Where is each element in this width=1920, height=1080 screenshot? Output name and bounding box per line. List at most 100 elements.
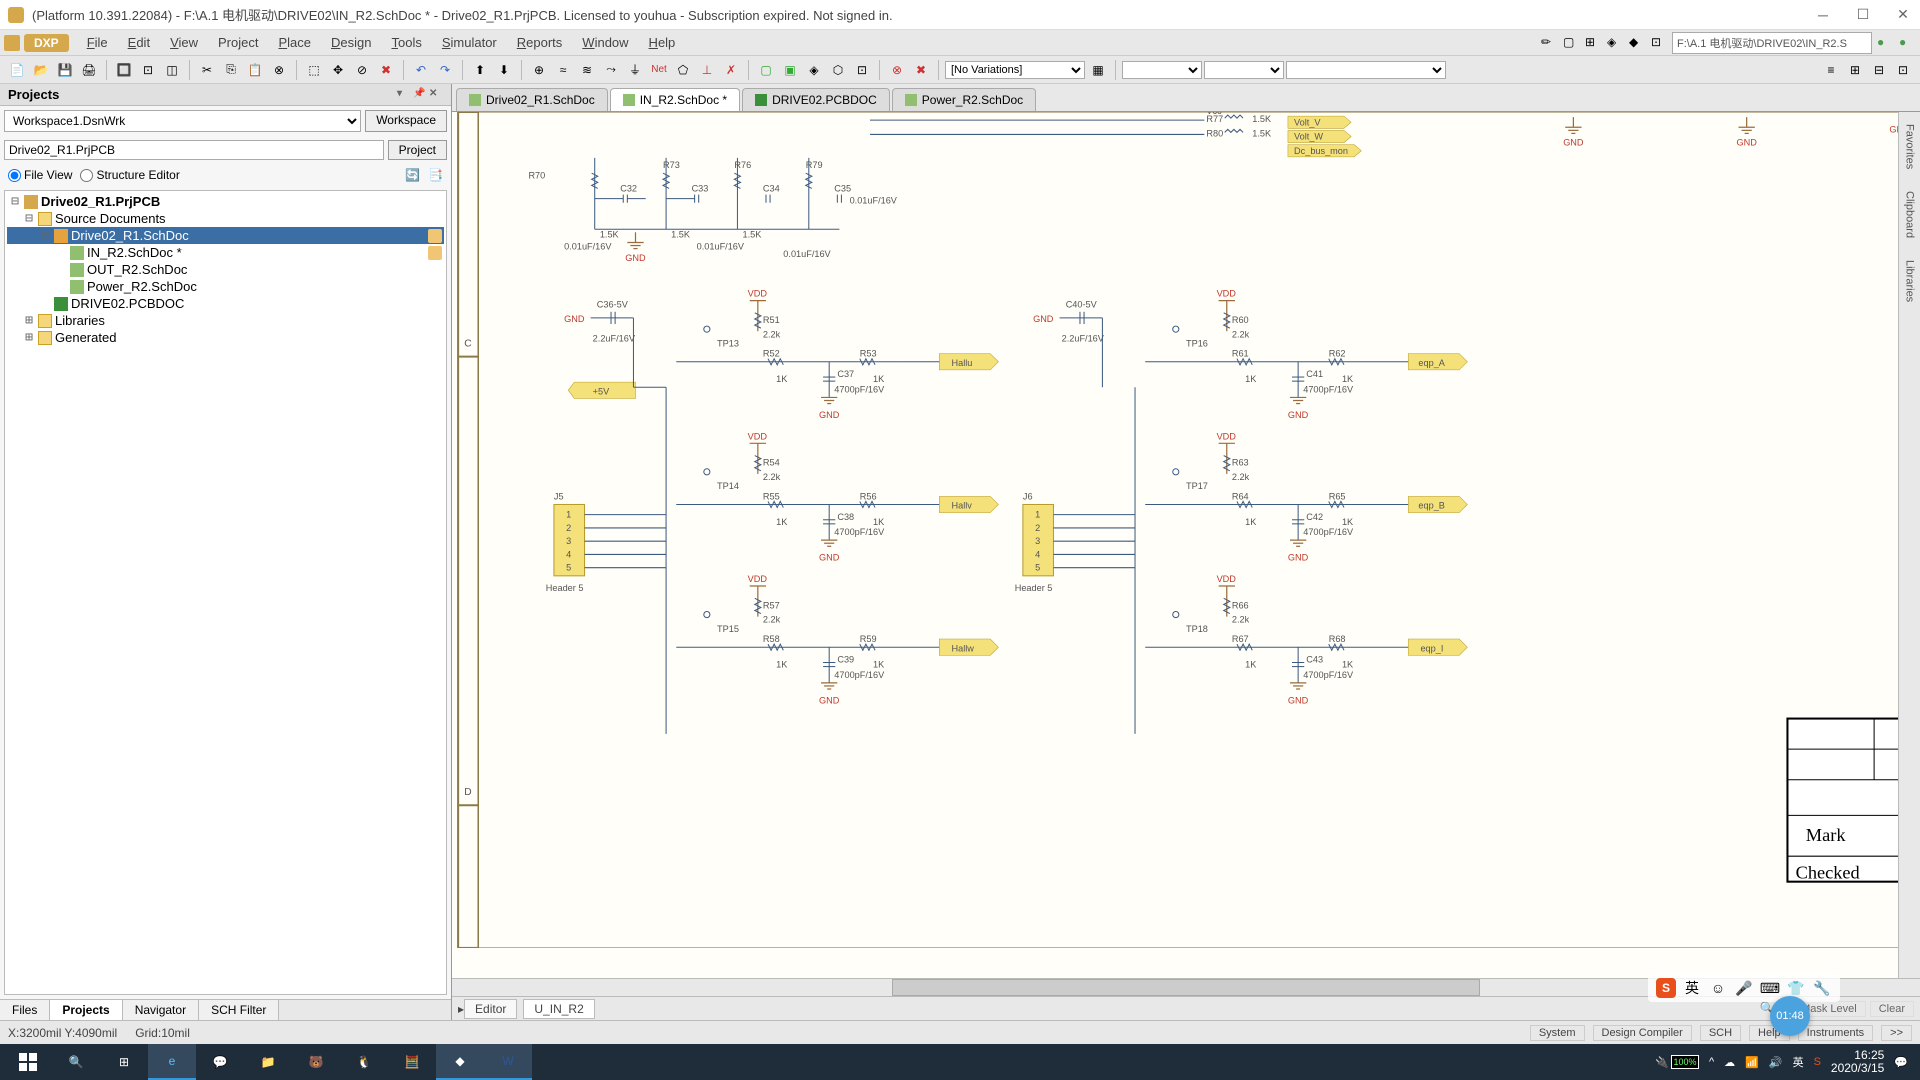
- undo-icon[interactable]: ↶: [410, 59, 432, 81]
- panel-pin-icon[interactable]: 📌: [413, 88, 427, 102]
- struct-editor-radio[interactable]: Structure Editor: [80, 168, 179, 182]
- explorer-icon[interactable]: 📁: [244, 1044, 292, 1080]
- editor-tab[interactable]: Editor: [464, 999, 517, 1019]
- ime-keyboard-icon[interactable]: ⌨: [1760, 978, 1780, 998]
- wifi-icon[interactable]: 📶: [1745, 1056, 1759, 1069]
- workspace-button[interactable]: Workspace: [365, 110, 447, 132]
- sogou-tray-icon[interactable]: S: [1814, 1056, 1821, 1068]
- tree-item[interactable]: Power_R2.SchDoc: [7, 278, 444, 295]
- tool-icon[interactable]: ◆: [1628, 34, 1646, 52]
- tab-libraries[interactable]: Libraries: [1902, 254, 1918, 308]
- power-icon[interactable]: ⊥: [696, 59, 718, 81]
- tree-folder[interactable]: ⊟Source Documents: [7, 210, 444, 227]
- sogou-icon[interactable]: S: [1656, 978, 1676, 998]
- ime-floating-bar[interactable]: S 英 ☺ 🎤 ⌨ 👕 🔧: [1648, 974, 1840, 1002]
- hierarchy-up-icon[interactable]: ⬆: [469, 59, 491, 81]
- filter3[interactable]: [1286, 61, 1446, 79]
- menu-reports[interactable]: Reports: [507, 33, 573, 52]
- layout-icon[interactable]: ≡: [1820, 59, 1842, 81]
- maximize-button[interactable]: ☐: [1854, 6, 1872, 24]
- workspace-select[interactable]: Workspace1.DsnWrk: [4, 110, 361, 132]
- compile-icon[interactable]: ⊗: [886, 59, 908, 81]
- tree-item[interactable]: IN_R2.SchDoc *: [7, 244, 444, 261]
- refresh-icon[interactable]: 🔄: [405, 168, 420, 182]
- ime-skin-icon[interactable]: 👕: [1786, 978, 1806, 998]
- port-icon[interactable]: ⬠: [672, 59, 694, 81]
- select-icon[interactable]: ⬚: [303, 59, 325, 81]
- sb-instruments[interactable]: Instruments: [1798, 1025, 1873, 1041]
- panel-close-icon[interactable]: ✕: [429, 88, 443, 102]
- menu-place[interactable]: Place: [268, 33, 321, 52]
- delete-icon[interactable]: ✖: [910, 59, 932, 81]
- timer-badge[interactable]: 01:48: [1770, 996, 1810, 1036]
- tab-files[interactable]: Files: [0, 1000, 50, 1020]
- grid2-icon[interactable]: ⊟: [1868, 59, 1890, 81]
- tool-icon[interactable]: ⊞: [1584, 34, 1602, 52]
- path-box[interactable]: F:\A.1 电机驱动\DRIVE02\IN_R2.S: [1672, 32, 1872, 54]
- move-icon[interactable]: ✥: [327, 59, 349, 81]
- print-icon[interactable]: 🖨: [78, 59, 100, 81]
- gnd-icon[interactable]: ⏚: [624, 59, 646, 81]
- tab-favorites[interactable]: Favorites: [1902, 118, 1918, 175]
- calc-icon[interactable]: 🧮: [388, 1044, 436, 1080]
- zoom-fit-icon[interactable]: ⊡: [137, 59, 159, 81]
- ime-mic-icon[interactable]: 🎤: [1734, 978, 1754, 998]
- sheet-icon[interactable]: ▢: [755, 59, 777, 81]
- tool-icon[interactable]: ⊡: [1650, 34, 1668, 52]
- tree-folder[interactable]: ⊞Generated: [7, 329, 444, 346]
- tab-clipboard[interactable]: Clipboard: [1902, 185, 1918, 244]
- file-view-radio[interactable]: File View: [8, 168, 72, 182]
- menu-help[interactable]: Help: [639, 33, 686, 52]
- search-icon[interactable]: 🔍: [52, 1044, 100, 1080]
- variations-select[interactable]: [No Variations]: [945, 61, 1085, 79]
- project-input[interactable]: [4, 140, 384, 160]
- tool-icon[interactable]: ▢: [1562, 34, 1580, 52]
- menu-design[interactable]: Design: [321, 33, 381, 52]
- app-icon[interactable]: 🐻: [292, 1044, 340, 1080]
- dxp-menu[interactable]: DXP: [24, 34, 69, 52]
- tree-folder[interactable]: ⊞Libraries: [7, 312, 444, 329]
- tool-icon[interactable]: ◈: [1606, 34, 1624, 52]
- word-icon[interactable]: W: [484, 1044, 532, 1080]
- clear-button[interactable]: Clear: [1870, 1001, 1914, 1017]
- redo-icon[interactable]: ↷: [434, 59, 456, 81]
- tree-root[interactable]: ⊟Drive02_R1.PrjPCB: [7, 193, 444, 210]
- volume-icon[interactable]: 🔊: [1769, 1056, 1783, 1069]
- menu-edit[interactable]: Edit: [118, 33, 160, 52]
- tab-navigator[interactable]: Navigator: [123, 1000, 199, 1020]
- part-icon[interactable]: ⊡: [851, 59, 873, 81]
- doc-tab[interactable]: Drive02_R1.SchDoc: [456, 88, 608, 111]
- sb-sch[interactable]: SCH: [1700, 1025, 1741, 1041]
- ime-lang[interactable]: 英: [1682, 978, 1702, 998]
- app-icon[interactable]: 🐧: [340, 1044, 388, 1080]
- grid3-icon[interactable]: ⊡: [1892, 59, 1914, 81]
- close-button[interactable]: ✕: [1894, 6, 1912, 24]
- nc-icon[interactable]: ✗: [720, 59, 742, 81]
- sb-design-compiler[interactable]: Design Compiler: [1593, 1025, 1692, 1041]
- clock[interactable]: 16:25 2020/3/15: [1831, 1049, 1884, 1075]
- deselect-icon[interactable]: ⊘: [351, 59, 373, 81]
- nav-fwd-icon[interactable]: ●: [1898, 34, 1916, 52]
- schematic-canvas[interactable]: C D Volt_V Volt_W Dc_bus_mon R77 R80 1.5…: [452, 112, 1920, 978]
- project-tree[interactable]: ⊟Drive02_R1.PrjPCB ⊟Source Documents ⊟Dr…: [4, 190, 447, 995]
- device-icon[interactable]: ◈: [803, 59, 825, 81]
- menu-tools[interactable]: Tools: [381, 33, 431, 52]
- edge-icon[interactable]: e: [148, 1044, 196, 1080]
- tab-projects[interactable]: Projects: [50, 1000, 122, 1020]
- annotate-icon[interactable]: ▦: [1087, 59, 1109, 81]
- sheet-entry-icon[interactable]: ▣: [779, 59, 801, 81]
- sheet-tab[interactable]: U_IN_R2: [523, 999, 594, 1019]
- filter2[interactable]: [1204, 61, 1284, 79]
- ime-tool-icon[interactable]: 🔧: [1812, 978, 1832, 998]
- minimize-button[interactable]: ─: [1814, 6, 1832, 24]
- options-icon[interactable]: 📑: [428, 168, 443, 182]
- sb-system[interactable]: System: [1530, 1025, 1585, 1041]
- sb-more[interactable]: >>: [1881, 1025, 1912, 1041]
- battery-icon[interactable]: 🔌100%: [1655, 1055, 1699, 1069]
- ime-emoji-icon[interactable]: ☺: [1708, 978, 1728, 998]
- save-icon[interactable]: 💾: [54, 59, 76, 81]
- ime-icon[interactable]: 英: [1793, 1054, 1804, 1070]
- tree-item[interactable]: OUT_R2.SchDoc: [7, 261, 444, 278]
- menu-file[interactable]: File: [77, 33, 118, 52]
- rubber-icon[interactable]: ⊗: [268, 59, 290, 81]
